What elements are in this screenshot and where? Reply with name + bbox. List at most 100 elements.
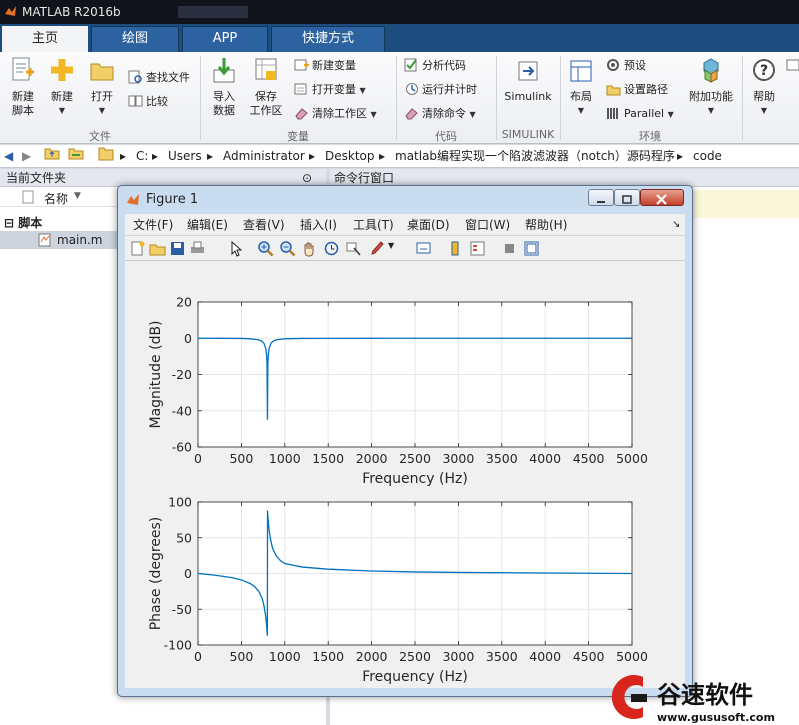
y-tick-label: -60	[172, 440, 192, 455]
add-ons-button[interactable]: 附加功能 ▼	[686, 56, 736, 118]
forward-arrow-icon[interactable]: ▶	[22, 145, 31, 167]
window-title: MATLAB R2016b	[22, 5, 121, 19]
maximize-icon	[622, 195, 632, 204]
show-plot-tools-icon[interactable]	[523, 240, 540, 257]
breadcrumb-segment[interactable]: Desktop	[325, 145, 375, 167]
menu-file[interactable]: 文件(F)	[133, 217, 173, 233]
new-button[interactable]: 新建 ▼	[46, 56, 78, 118]
menu-window[interactable]: 窗口(W)	[465, 217, 510, 233]
tab-strip: 主页 绘图 APP 快捷方式	[0, 24, 799, 52]
figure-title-bar[interactable]: Figure 1	[118, 186, 692, 214]
y-tick-label: -100	[164, 638, 192, 653]
find-files-button[interactable]: 查找文件	[128, 70, 190, 86]
community-icon[interactable]	[786, 58, 799, 74]
run-and-time-button[interactable]: 运行并计时	[404, 82, 477, 98]
data-cursor-icon[interactable]	[345, 240, 362, 257]
new-variable-button[interactable]: 新建变量	[294, 58, 356, 74]
import-data-button[interactable]: 导入 数据	[206, 56, 242, 118]
watermark-logo-icon	[611, 675, 647, 719]
breadcrumb-segment[interactable]: Users	[168, 145, 202, 167]
parallel-button[interactable]: Parallel ▼	[606, 106, 674, 123]
tab-plots[interactable]: 绘图	[91, 26, 179, 52]
eraser-icon	[295, 108, 308, 120]
rotate-3d-icon[interactable]	[323, 240, 340, 257]
x-axis-label: Frequency (Hz)	[362, 669, 468, 685]
y-tick-label: 100	[168, 495, 192, 510]
link-plot-icon[interactable]	[415, 240, 432, 257]
breadcrumb-segment[interactable]: code	[693, 145, 722, 167]
pan-hand-icon[interactable]	[301, 240, 318, 257]
layout-button[interactable]: 布局 ▼	[564, 56, 598, 118]
save-icon[interactable]	[169, 240, 186, 257]
zoom-out-icon[interactable]	[279, 240, 296, 257]
x-tick-label: 3500	[486, 649, 518, 664]
menu-edit[interactable]: 编辑(E)	[187, 217, 228, 233]
browse-folder-icon[interactable]	[68, 145, 84, 167]
minimize-button[interactable]	[588, 189, 614, 206]
analyze-code-button[interactable]: 分析代码	[404, 58, 466, 74]
group-row[interactable]: ⊟ 脚本	[4, 214, 42, 231]
figure-title: Figure 1	[146, 192, 199, 207]
clear-commands-button[interactable]: 清除命令 ▼	[404, 106, 476, 123]
back-arrow-icon[interactable]: ◀	[4, 145, 13, 167]
title-bar: MATLAB R2016b	[0, 0, 799, 24]
simulink-button[interactable]: Simulink	[500, 56, 556, 104]
x-tick-label: 5000	[616, 649, 648, 664]
menu-view[interactable]: 查看(V)	[243, 217, 285, 233]
eraser-icon	[405, 108, 418, 120]
hide-plot-tools-icon[interactable]	[501, 240, 518, 257]
menu-desktop[interactable]: 桌面(D)	[407, 217, 450, 233]
figure-canvas[interactable]: 0 500 1000 1500 2000 2500 3000 3500 4000 4500 5000…	[125, 261, 685, 688]
x-tick-label: 3500	[486, 451, 518, 466]
colorbar-icon[interactable]	[447, 240, 464, 257]
x-tick-label: 4000	[529, 451, 561, 466]
dock-arrow-icon[interactable]: ↘	[672, 217, 680, 233]
brush-icon[interactable]	[369, 240, 386, 257]
address-bar: ◀ ▶ ▸ C: ▸ Users ▸ Administrator ▸ Deskt…	[0, 145, 799, 168]
open-file-icon[interactable]	[149, 240, 166, 257]
tab-apps[interactable]: APP	[182, 26, 268, 52]
close-button[interactable]	[640, 189, 684, 206]
compare-button[interactable]: 比较	[128, 94, 168, 110]
gear-icon	[607, 59, 619, 71]
save-workspace-button[interactable]: 保存 工作区	[246, 56, 286, 118]
chevron-down-icon: ▼	[760, 106, 768, 115]
zoom-in-icon[interactable]	[257, 240, 274, 257]
new-script-button[interactable]: 新建 脚本	[6, 56, 40, 118]
preferences-button[interactable]: 预设	[606, 58, 646, 74]
pointer-icon[interactable]	[227, 240, 244, 257]
set-path-button[interactable]: 设置路径	[606, 82, 668, 98]
menu-insert[interactable]: 插入(I)	[300, 217, 337, 233]
breadcrumb-segment[interactable]: C:	[136, 145, 148, 167]
tab-home[interactable]: 主页	[2, 26, 88, 52]
x-tick-label: 2500	[399, 451, 431, 466]
collapse-icon: ⊟	[4, 216, 15, 230]
x-tick-label: 1000	[269, 451, 301, 466]
matlab-logo-icon	[127, 194, 139, 205]
ribbon: 新建 脚本 新建 ▼ 打开 ▼ 查找文件 比较 文件 导入 数据 保存 工作区 新建…	[0, 52, 799, 144]
menu-tools[interactable]: 工具(T)	[353, 217, 394, 233]
menu-help[interactable]: 帮助(H)	[525, 217, 567, 233]
up-folder-icon[interactable]	[44, 145, 60, 167]
x-tick-label: 2500	[399, 649, 431, 664]
tab-shortcuts[interactable]: 快捷方式	[271, 26, 385, 52]
open-variable-button[interactable]: 打开变量 ▼	[294, 82, 366, 99]
breadcrumb-segment[interactable]: matlab编程实现一个陷波滤波器（notch）源码程序	[395, 145, 675, 167]
figure-toolbar: ▼	[125, 236, 685, 261]
print-icon[interactable]	[189, 240, 206, 257]
clear-workspace-button[interactable]: 清除工作区 ▼	[294, 106, 377, 123]
legend-icon[interactable]	[469, 240, 486, 257]
breadcrumb-segment[interactable]: Administrator	[223, 145, 305, 167]
new-figure-icon[interactable]	[129, 240, 146, 257]
chevron-down-icon: ▼	[58, 106, 66, 115]
y-tick-label: -20	[172, 367, 192, 382]
title-placeholder	[178, 6, 248, 18]
maximize-button[interactable]	[614, 189, 640, 206]
help-button[interactable]: ? 帮助 ▼	[748, 56, 780, 118]
group-label-simulink: SIMULINK	[501, 128, 555, 141]
chevron-down-icon[interactable]: ▼	[388, 241, 394, 250]
y-tick-label: -40	[172, 403, 192, 418]
open-button[interactable]: 打开 ▼	[86, 56, 118, 118]
plot-area[interactable]: 0 500 1000 1500 2000 2500 3000 3500 4000 4500 5000…	[125, 261, 685, 688]
x-tick-label: 2000	[356, 451, 388, 466]
